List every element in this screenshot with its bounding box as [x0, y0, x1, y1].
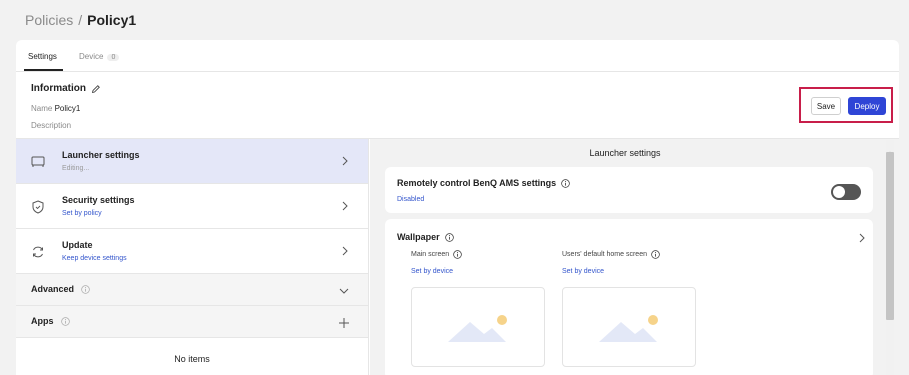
users-home-wallpaper-thumbnail[interactable] [562, 287, 696, 367]
chevron-down-icon [338, 284, 350, 296]
scrollbar-thumb[interactable] [886, 152, 894, 320]
info-icon[interactable] [651, 250, 660, 259]
shield-icon [30, 199, 46, 215]
main-screen-wallpaper-thumbnail[interactable] [411, 287, 545, 367]
description-label: Description [31, 121, 72, 130]
advanced-heading: Advanced [31, 284, 90, 294]
users-home-label: Users' default home screen [562, 251, 647, 258]
monitor-icon [30, 154, 46, 170]
policy-card: Settings Device 0 Information Name Policy… [16, 40, 899, 375]
name-value: Policy1 [54, 104, 81, 113]
tab-device-label: Device [79, 52, 104, 61]
name-row: Name Policy1 [31, 104, 80, 113]
wallpaper-card: Wallpaper Main screen Set by device User… [385, 219, 873, 375]
breadcrumb-parent[interactable]: Policies [25, 12, 73, 28]
information-title: Information [31, 83, 86, 94]
scroll-up-arrow-icon[interactable] [887, 143, 893, 155]
info-icon[interactable] [561, 178, 570, 188]
menu-item-subtitle: Set by policy [62, 210, 102, 217]
menu-item-title: Update [62, 240, 93, 250]
device-count-badge: 0 [107, 54, 120, 61]
menu-item-update[interactable]: Update Keep device settings [16, 229, 368, 274]
tab-device[interactable]: Device 0 [79, 52, 120, 61]
apps-heading: Apps [31, 316, 70, 326]
chevron-right-icon [340, 244, 350, 258]
main-screen-value: Set by device [411, 268, 454, 275]
remote-control-heading: Remotely control BenQ AMS settings [397, 178, 570, 188]
settings-menu: Launcher settings Editing... Security se… [16, 139, 369, 375]
remote-control-title: Remotely control BenQ AMS settings [397, 178, 557, 188]
advanced-title: Advanced [31, 284, 75, 294]
users-home-value: Set by device [562, 268, 605, 275]
info-icon[interactable] [81, 284, 90, 294]
information-heading: Information [31, 83, 101, 94]
menu-item-security-settings[interactable]: Security settings Set by policy [16, 184, 368, 229]
chevron-right-icon[interactable] [857, 231, 867, 245]
breadcrumb-current: Policy1 [87, 12, 137, 28]
action-buttons-highlight: Save Deploy [799, 87, 893, 123]
apps-title: Apps [31, 316, 54, 326]
info-icon[interactable] [60, 316, 70, 326]
menu-item-title: Launcher settings [62, 150, 140, 160]
image-placeholder-icon [595, 308, 665, 348]
toggle-knob [833, 186, 845, 198]
advanced-section[interactable]: Advanced [16, 274, 368, 306]
tab-settings-label: Settings [28, 52, 57, 61]
menu-item-title: Security settings [62, 195, 135, 205]
main-screen-label-row: Main screen [411, 250, 462, 259]
breadcrumb-separator: / [78, 12, 83, 28]
apps-empty-state: No items [174, 354, 210, 364]
detail-panel: Launcher settings Remotely control BenQ … [370, 139, 899, 375]
remote-control-status: Disabled [397, 196, 425, 203]
apps-section[interactable]: Apps [16, 306, 368, 338]
name-label: Name [31, 104, 53, 113]
remote-control-toggle[interactable] [831, 184, 861, 200]
users-home-label-row: Users' default home screen [562, 250, 660, 259]
tab-settings[interactable]: Settings [24, 52, 63, 71]
edit-pencil-icon[interactable] [91, 84, 101, 94]
chevron-right-icon [340, 199, 350, 213]
chevron-right-icon [340, 154, 350, 168]
menu-item-subtitle: Keep device settings [62, 255, 127, 262]
plus-icon[interactable] [338, 316, 350, 328]
info-icon[interactable] [444, 232, 454, 242]
wallpaper-heading: Wallpaper [397, 232, 454, 242]
sync-icon [30, 244, 46, 260]
image-placeholder-icon [444, 308, 514, 348]
remote-control-card: Remotely control BenQ AMS settings Disab… [385, 167, 873, 213]
tab-bar: Settings Device 0 [16, 40, 899, 72]
detail-header: Launcher settings [589, 148, 661, 158]
breadcrumb: Policies / Policy1 [25, 12, 136, 28]
menu-item-launcher-settings[interactable]: Launcher settings Editing... [16, 139, 368, 184]
deploy-button[interactable]: Deploy [848, 97, 886, 115]
wallpaper-title: Wallpaper [397, 232, 440, 242]
main-screen-label: Main screen [411, 251, 450, 258]
information-section: Information Name Policy1 Description [16, 72, 899, 139]
info-icon[interactable] [453, 250, 462, 259]
save-button[interactable]: Save [811, 97, 841, 115]
menu-item-subtitle: Editing... [62, 165, 90, 172]
